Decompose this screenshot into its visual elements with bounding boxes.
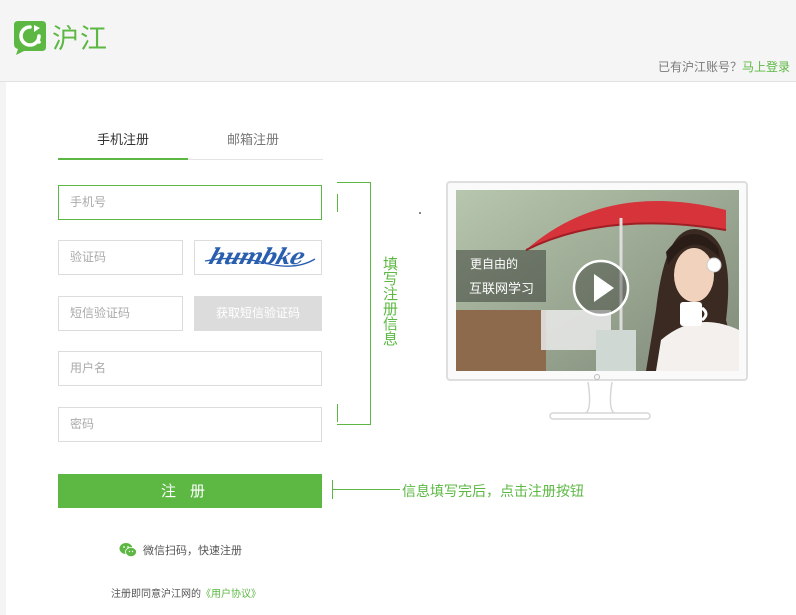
register-button[interactable]: 注册 <box>58 474 322 508</box>
tab-email-register[interactable]: 邮箱注册 <box>188 122 318 160</box>
wechat-register-link[interactable]: 微信扫码，快速注册 <box>119 542 242 558</box>
submit-hint-note: 信息填写完后，点击注册按钮 <box>402 484 584 500</box>
bracket-tick-top <box>337 194 338 212</box>
captcha-code-input[interactable]: 验证码 <box>58 240 183 275</box>
promo-line-2: 互联网学习 <box>469 282 535 297</box>
form-bracket <box>337 182 371 425</box>
power-button-icon <box>594 374 600 380</box>
bracket-tick-bottom <box>337 404 338 422</box>
wechat-icon <box>119 543 137 557</box>
agreement-text: 注册即同意沪江网的《用户协议》 <box>111 585 261 600</box>
register-tabs: 手机注册 邮箱注册 <box>58 122 323 160</box>
tab-phone-register[interactable]: 手机注册 <box>58 122 188 160</box>
user-agreement-link[interactable]: 《用户协议》 <box>201 589 261 600</box>
username-input[interactable]: 用户名 <box>58 351 322 386</box>
get-sms-code-button[interactable]: 获取短信验证码 <box>194 296 322 331</box>
hujiang-logo-icon <box>14 20 46 55</box>
submit-note-line <box>332 489 400 490</box>
login-hint-text: 已有沪江账号？ <box>657 60 742 74</box>
logo-text: 沪江 <box>52 24 108 55</box>
password-input[interactable]: 密码 <box>58 407 322 442</box>
main-panel: 手机注册 邮箱注册 手机号 验证码 humbke 短信验证码 获取短信验证码 用… <box>6 82 796 615</box>
stray-dot <box>419 212 421 214</box>
agreement-prefix: 注册即同意沪江网的 <box>111 589 201 600</box>
header: 沪江 已有沪江账号？马上登录 <box>0 0 796 82</box>
captcha-image[interactable]: humbke <box>194 240 322 275</box>
phone-input[interactable]: 手机号 <box>58 185 322 220</box>
login-hint: 已有沪江账号？马上登录 <box>658 58 790 75</box>
fill-info-note: 填写注册信息 <box>383 255 399 348</box>
captcha-image-graphic: humbke <box>204 245 316 270</box>
registration-page: 沪江 已有沪江账号？马上登录 手机注册 邮箱注册 手机号 验证码 humbke … <box>0 0 796 615</box>
monitor-stand <box>549 382 651 420</box>
promo-line-1: 更自由的 <box>470 257 519 271</box>
sms-code-input[interactable]: 短信验证码 <box>58 296 183 331</box>
login-link[interactable]: 马上登录 <box>742 60 790 74</box>
hujiang-logo[interactable]: 沪江 <box>12 17 108 56</box>
wechat-register-label: 微信扫码，快速注册 <box>143 544 242 557</box>
